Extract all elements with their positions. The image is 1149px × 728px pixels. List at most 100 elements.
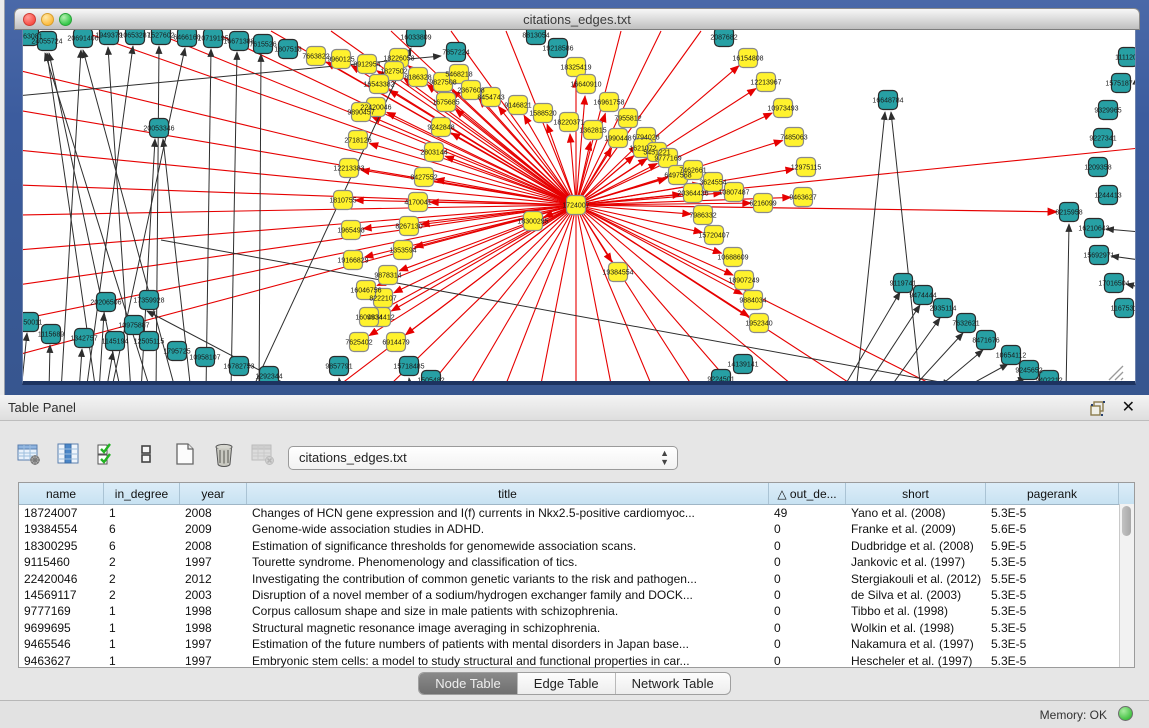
table-cell[interactable]: 5.3E-5 <box>986 636 1119 652</box>
table-cell[interactable]: Yano et al. (2008) <box>846 505 986 521</box>
column-checklist-icon[interactable] <box>92 439 122 469</box>
table-cell[interactable]: 18300295 <box>19 538 104 554</box>
table-cell[interactable]: Disruption of a novel member of a sodium… <box>247 587 769 603</box>
table-cell[interactable]: 5.3E-5 <box>986 653 1119 669</box>
table-cell[interactable]: Wolkin et al. (1998) <box>846 620 986 636</box>
window-titlebar[interactable]: citations_edges.txt <box>14 8 1140 30</box>
table-cell[interactable]: Corpus callosum shape and size in male p… <box>247 603 769 619</box>
table-cell[interactable]: Genome-wide association studies in ADHD. <box>247 521 769 537</box>
table-cell[interactable]: 5.3E-5 <box>986 587 1119 603</box>
table-cell[interactable]: Tourette syndrome. Phenomenology and cla… <box>247 554 769 570</box>
table-cell[interactable]: 9465546 <box>19 636 104 652</box>
table-cell[interactable]: Embryonic stem cells: a model to study s… <box>247 653 769 669</box>
table-cell[interactable]: 1997 <box>180 554 247 570</box>
table-cell[interactable]: 5.3E-5 <box>986 620 1119 636</box>
citation-network-graph[interactable]: 2063081240557242069140619493791065328715… <box>23 30 1135 381</box>
table-cell[interactable]: 5.5E-5 <box>986 571 1119 587</box>
table-cell[interactable]: Structural magnetic resonance image aver… <box>247 620 769 636</box>
table-cell[interactable]: 5.6E-5 <box>986 521 1119 537</box>
float-window-icon[interactable] <box>1089 399 1107 417</box>
table-cell[interactable]: 0 <box>769 653 846 669</box>
column-header-out-de-[interactable]: △ out_de... <box>769 483 846 504</box>
table-row[interactable]: 911546021997Tourette syndrome. Phenomeno… <box>19 554 1134 570</box>
table-row[interactable]: 946554611997Estimation of the future num… <box>19 636 1134 652</box>
column-header-year[interactable]: year <box>180 483 247 504</box>
table-cell[interactable]: 5.3E-5 <box>986 554 1119 570</box>
table-cell[interactable]: 2 <box>104 554 180 570</box>
table-cell[interactable]: 2012 <box>180 571 247 587</box>
table-row[interactable]: 1938455462009Genome-wide association stu… <box>19 521 1134 537</box>
table-cell[interactable]: Franke et al. (2009) <box>846 521 986 537</box>
table-cell[interactable]: Nakamura et al. (1997) <box>846 636 986 652</box>
network-table-select[interactable]: citations_edges.txt ▲▼ <box>288 446 678 470</box>
table-scrollbar[interactable] <box>1119 504 1134 667</box>
column-header-in-degree[interactable]: in_degree <box>104 483 180 504</box>
close-panel-icon[interactable]: ✕ <box>1122 397 1135 417</box>
table-cell[interactable]: 19384554 <box>19 521 104 537</box>
table-cell[interactable]: 5.3E-5 <box>986 603 1119 619</box>
table-cell[interactable]: 49 <box>769 505 846 521</box>
table-cell[interactable]: 0 <box>769 587 846 603</box>
table-mode-icon[interactable] <box>14 439 44 469</box>
table-cell[interactable]: 14569117 <box>19 587 104 603</box>
table-cell[interactable]: 2008 <box>180 505 247 521</box>
table-cell[interactable]: Tibbo et al. (1998) <box>846 603 986 619</box>
tab-network-table[interactable]: Network Table <box>616 673 730 694</box>
table-cell[interactable]: 0 <box>769 571 846 587</box>
table-cell[interactable]: Estimation of the future numbers of pati… <box>247 636 769 652</box>
table-cell[interactable]: 2 <box>104 571 180 587</box>
table-cell[interactable]: Changes of HCN gene expression and I(f) … <box>247 505 769 521</box>
column-header-short[interactable]: short <box>846 483 986 504</box>
table-cell[interactable]: 0 <box>769 554 846 570</box>
table-cell[interactable]: 1998 <box>180 620 247 636</box>
table-cell[interactable]: 1997 <box>180 653 247 669</box>
table-cell[interactable]: 0 <box>769 620 846 636</box>
table-cell[interactable]: 1 <box>104 653 180 669</box>
table-cell[interactable]: 9699695 <box>19 620 104 636</box>
table-cell[interactable]: 9463627 <box>19 653 104 669</box>
table-cell[interactable]: 5.9E-5 <box>986 538 1119 554</box>
table-row[interactable]: 1456911722003Disruption of a novel membe… <box>19 587 1134 603</box>
table-row[interactable]: 1872400712008Changes of HCN gene express… <box>19 505 1134 521</box>
table-cell[interactable]: 1 <box>104 636 180 652</box>
table-cell[interactable]: Stergiakouli et al. (2012) <box>846 571 986 587</box>
table-row[interactable]: 977716911998Corpus callosum shape and si… <box>19 603 1134 619</box>
table-cell[interactable]: 2003 <box>180 587 247 603</box>
network-view-window[interactable]: citations_edges.txt 20630812405572420691… <box>14 8 1140 392</box>
table-cell[interactable]: de Silva et al. (2003) <box>846 587 986 603</box>
table-cell[interactable]: 0 <box>769 538 846 554</box>
table-cell[interactable]: Estimation of significance thresholds fo… <box>247 538 769 554</box>
table-cell[interactable]: 1 <box>104 505 180 521</box>
table-cell[interactable]: 22420046 <box>19 571 104 587</box>
table-cell[interactable]: 18724007 <box>19 505 104 521</box>
table-cell[interactable]: 2008 <box>180 538 247 554</box>
table-cell[interactable]: 1997 <box>180 636 247 652</box>
table-row[interactable]: 1830029562008Estimation of significance … <box>19 538 1134 554</box>
table-cell[interactable]: 2 <box>104 587 180 603</box>
table-cell[interactable]: 9115460 <box>19 554 104 570</box>
column-header-name[interactable]: name <box>19 483 104 504</box>
delete-column-icon[interactable] <box>209 439 239 469</box>
table-cell[interactable]: Hescheler et al. (1997) <box>846 653 986 669</box>
table-row[interactable]: 2242004622012Investigating the contribut… <box>19 571 1134 587</box>
tab-edge-table[interactable]: Edge Table <box>518 673 616 694</box>
table-cell[interactable]: 9777169 <box>19 603 104 619</box>
table-cell[interactable]: 1998 <box>180 603 247 619</box>
table-cell[interactable]: 1 <box>104 603 180 619</box>
table-cell[interactable]: Dudbridge et al. (2008) <box>846 538 986 554</box>
row-height-icon[interactable] <box>131 439 161 469</box>
table-cell[interactable]: Jankovic et al. (1997) <box>846 554 986 570</box>
table-cell[interactable]: 0 <box>769 636 846 652</box>
table-cell[interactable]: 6 <box>104 521 180 537</box>
column-header-title[interactable]: title <box>247 483 769 504</box>
table-cell[interactable]: 2009 <box>180 521 247 537</box>
table-cell[interactable]: 5.3E-5 <box>986 505 1119 521</box>
network-canvas[interactable]: 2063081240557242069140619493791065328715… <box>22 30 1136 385</box>
tab-node-table[interactable]: Node Table <box>419 673 518 694</box>
show-columns-icon[interactable] <box>53 439 83 469</box>
scrollbar-thumb[interactable] <box>1122 506 1131 536</box>
table-cell[interactable]: 6 <box>104 538 180 554</box>
table-cell[interactable]: 1 <box>104 620 180 636</box>
table-cell[interactable]: 0 <box>769 603 846 619</box>
table-row[interactable]: 969969511998Structural magnetic resonanc… <box>19 620 1134 636</box>
